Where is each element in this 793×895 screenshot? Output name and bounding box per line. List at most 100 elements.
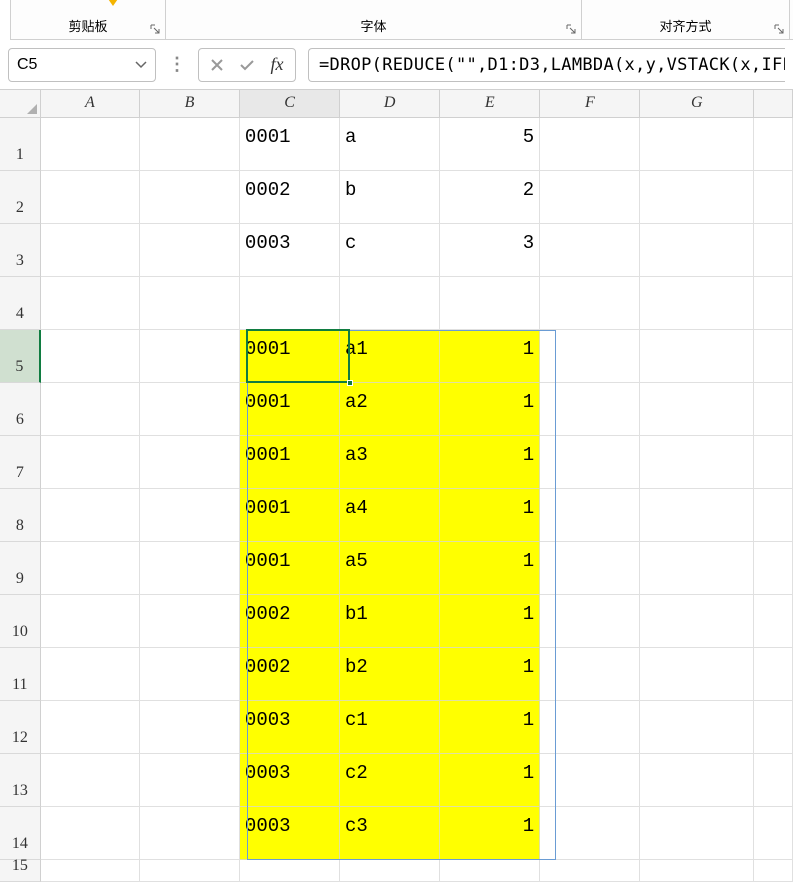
name-box[interactable]: C5 bbox=[8, 48, 156, 82]
cell[interactable] bbox=[540, 860, 640, 882]
col-header-B[interactable]: B bbox=[140, 90, 240, 118]
row-header[interactable]: 14 bbox=[0, 807, 41, 860]
cell[interactable]: 0003 bbox=[240, 754, 340, 807]
cell[interactable]: 1 bbox=[440, 542, 540, 595]
cell[interactable]: a5 bbox=[340, 542, 440, 595]
cell[interactable] bbox=[640, 807, 754, 860]
col-header-E[interactable]: E bbox=[440, 90, 540, 118]
cell[interactable] bbox=[540, 330, 640, 383]
cell[interactable] bbox=[41, 330, 140, 383]
cell[interactable] bbox=[640, 224, 754, 277]
col-header-F[interactable]: F bbox=[540, 90, 640, 118]
cell[interactable] bbox=[754, 171, 793, 224]
cell[interactable] bbox=[540, 701, 640, 754]
cell[interactable] bbox=[754, 542, 793, 595]
cell[interactable]: c bbox=[340, 224, 440, 277]
spreadsheet-grid[interactable]: A B C D E F G 10001a520002b230003c345000… bbox=[0, 90, 793, 882]
cell[interactable] bbox=[640, 860, 754, 882]
cell[interactable] bbox=[754, 807, 793, 860]
cell[interactable]: 1 bbox=[440, 330, 540, 383]
cell[interactable] bbox=[754, 277, 793, 330]
cell[interactable] bbox=[140, 118, 240, 171]
cell[interactable] bbox=[41, 436, 140, 489]
cell[interactable] bbox=[754, 118, 793, 171]
cell[interactable] bbox=[41, 648, 140, 701]
cell[interactable] bbox=[140, 648, 240, 701]
cell[interactable] bbox=[140, 807, 240, 860]
cell[interactable]: a bbox=[340, 118, 440, 171]
cell[interactable] bbox=[140, 277, 240, 330]
cell[interactable] bbox=[640, 701, 754, 754]
cell[interactable]: a4 bbox=[340, 489, 440, 542]
cell[interactable] bbox=[340, 277, 440, 330]
row-header[interactable]: 6 bbox=[0, 383, 41, 436]
cell[interactable] bbox=[140, 383, 240, 436]
cell[interactable] bbox=[440, 277, 540, 330]
cell[interactable] bbox=[640, 383, 754, 436]
cell[interactable] bbox=[140, 436, 240, 489]
cell[interactable] bbox=[640, 436, 754, 489]
cell[interactable]: c2 bbox=[340, 754, 440, 807]
cell[interactable]: 1 bbox=[440, 595, 540, 648]
cell[interactable] bbox=[140, 754, 240, 807]
cell[interactable] bbox=[140, 330, 240, 383]
cell[interactable]: a3 bbox=[340, 436, 440, 489]
cell[interactable] bbox=[440, 860, 540, 882]
cell[interactable]: b bbox=[340, 171, 440, 224]
col-header-A[interactable]: A bbox=[41, 90, 140, 118]
active-cell-fill-handle[interactable] bbox=[347, 380, 353, 386]
cell[interactable]: a2 bbox=[340, 383, 440, 436]
cell[interactable] bbox=[41, 118, 140, 171]
cell[interactable] bbox=[240, 860, 340, 882]
cell[interactable] bbox=[640, 754, 754, 807]
dialog-launcher-icon[interactable] bbox=[149, 23, 161, 35]
cell[interactable]: 0003 bbox=[240, 807, 340, 860]
cell[interactable] bbox=[640, 489, 754, 542]
cell[interactable]: 1 bbox=[440, 807, 540, 860]
cell[interactable] bbox=[41, 542, 140, 595]
cell[interactable] bbox=[41, 595, 140, 648]
cell[interactable] bbox=[41, 807, 140, 860]
cell[interactable] bbox=[640, 277, 754, 330]
cell[interactable] bbox=[640, 542, 754, 595]
cell[interactable]: 2 bbox=[440, 171, 540, 224]
cell[interactable] bbox=[754, 224, 793, 277]
cell[interactable]: 0001 bbox=[240, 118, 340, 171]
cell[interactable] bbox=[41, 489, 140, 542]
cell[interactable] bbox=[754, 701, 793, 754]
col-header-D[interactable]: D bbox=[340, 90, 440, 118]
cell[interactable] bbox=[754, 648, 793, 701]
cell[interactable]: 0002 bbox=[240, 595, 340, 648]
cell[interactable] bbox=[140, 171, 240, 224]
cell[interactable] bbox=[41, 754, 140, 807]
cell[interactable] bbox=[340, 860, 440, 882]
cell[interactable] bbox=[140, 224, 240, 277]
cell[interactable] bbox=[41, 701, 140, 754]
cell[interactable]: 1 bbox=[440, 436, 540, 489]
cell[interactable] bbox=[754, 860, 793, 882]
row-header[interactable]: 13 bbox=[0, 754, 41, 807]
cell[interactable]: 5 bbox=[440, 118, 540, 171]
cell[interactable] bbox=[640, 118, 754, 171]
cell[interactable] bbox=[540, 118, 640, 171]
cell[interactable]: 0001 bbox=[240, 542, 340, 595]
cell[interactable] bbox=[754, 489, 793, 542]
cell[interactable] bbox=[540, 648, 640, 701]
cell[interactable]: b2 bbox=[340, 648, 440, 701]
cell[interactable]: 1 bbox=[440, 701, 540, 754]
cell[interactable] bbox=[540, 436, 640, 489]
row-header[interactable]: 2 bbox=[0, 171, 41, 224]
row-header[interactable]: 12 bbox=[0, 701, 41, 754]
row-header[interactable]: 8 bbox=[0, 489, 41, 542]
cell[interactable] bbox=[754, 754, 793, 807]
row-header[interactable]: 4 bbox=[0, 277, 41, 330]
row-header[interactable]: 7 bbox=[0, 436, 41, 489]
cell[interactable]: 1 bbox=[440, 489, 540, 542]
cell[interactable] bbox=[640, 330, 754, 383]
cell[interactable] bbox=[540, 754, 640, 807]
cell[interactable] bbox=[140, 701, 240, 754]
row-header[interactable]: 10 bbox=[0, 595, 41, 648]
cell[interactable] bbox=[140, 595, 240, 648]
cell[interactable]: a1 bbox=[340, 330, 440, 383]
select-all-corner[interactable] bbox=[0, 90, 41, 118]
